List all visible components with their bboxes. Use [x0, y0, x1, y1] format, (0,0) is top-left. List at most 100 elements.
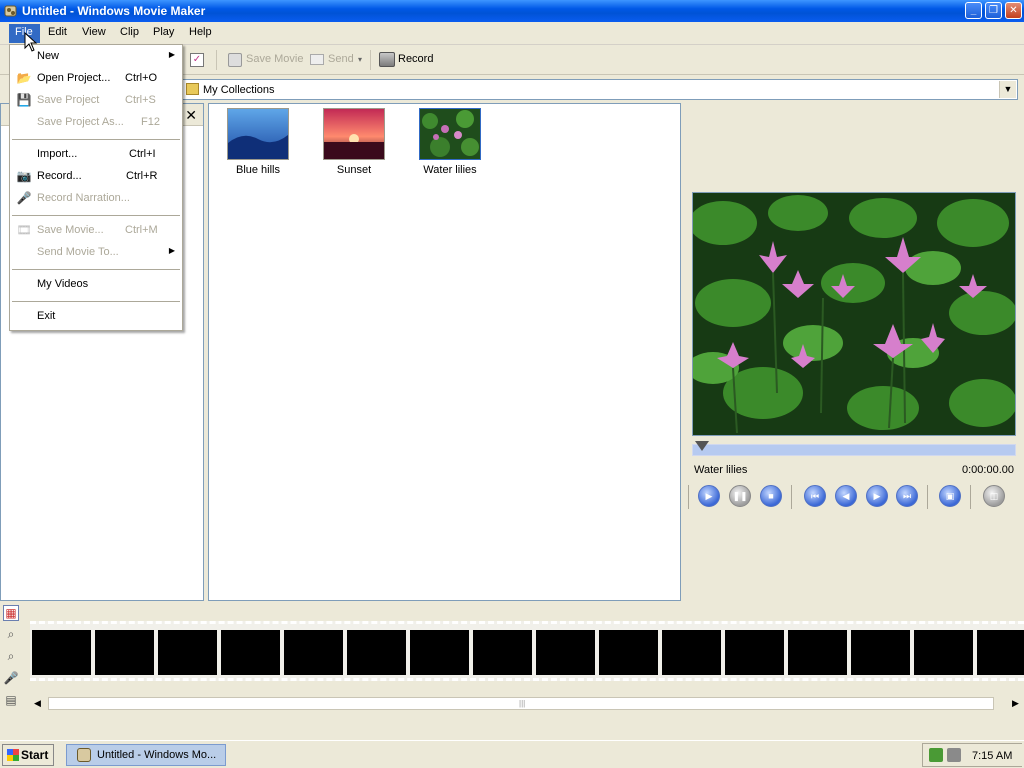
menu-item-label: Record... — [37, 170, 82, 182]
previous-frame-button[interactable]: ⏮ — [804, 485, 826, 507]
storyboard-cell[interactable] — [725, 630, 784, 675]
menu-help[interactable]: Help — [189, 26, 212, 38]
controls-separator — [927, 485, 928, 509]
menu-item-record[interactable]: 📷 Record... Ctrl+R — [11, 167, 181, 187]
scrollbar-track[interactable]: ||| — [48, 697, 994, 710]
window-title: Untitled - Windows Movie Maker — [22, 4, 206, 18]
preview-monitor: Water lilies 0:00:00.00 ▶ ❚❚ ■ ⏮ ◀ ▶ ⏭ ▣… — [684, 103, 1024, 601]
movie-maker-app-icon — [77, 748, 91, 762]
storyboard-tools: ▦ ⌕ ⌕ 🎤 ▤ — [0, 603, 24, 713]
preview-screen — [692, 192, 1016, 436]
tasks-pane-close-icon[interactable]: ✕ — [185, 107, 197, 124]
storyboard-cell[interactable] — [914, 630, 973, 675]
save-movie-icon — [228, 53, 242, 67]
storyboard-cell[interactable] — [473, 630, 532, 675]
start-label: Start — [21, 748, 49, 762]
clip-thumbnail-blue-hills[interactable] — [227, 108, 289, 160]
storyboard-cell[interactable] — [158, 630, 217, 675]
menu-item-shortcut: Ctrl+R — [126, 170, 158, 182]
maximize-button[interactable]: ❐ — [985, 2, 1002, 19]
stop-button[interactable]: ■ — [760, 485, 782, 507]
floppy-icon: 💾 — [16, 93, 32, 107]
record-icon — [379, 52, 395, 67]
menu-item-save-movie[interactable]: 🎞 Save Movie... Ctrl+M — [11, 221, 181, 241]
scroll-left-icon[interactable]: ◀ — [34, 698, 41, 709]
storyboard-cell[interactable] — [284, 630, 343, 675]
menu-edit[interactable]: Edit — [48, 26, 67, 38]
menu-item-import[interactable]: Import... Ctrl+I — [11, 145, 181, 165]
pause-button[interactable]: ❚❚ — [729, 485, 751, 507]
menu-item-label: Save Project As... — [37, 116, 124, 128]
seek-bar[interactable] — [692, 441, 1016, 456]
set-audio-levels-icon[interactable]: ▤ — [3, 693, 19, 709]
minimize-button[interactable]: _ — [965, 2, 982, 19]
menu-play[interactable]: Play — [153, 26, 174, 38]
zoom-out-icon[interactable]: ⌕ — [3, 649, 19, 665]
menu-item-save-project-as[interactable]: Save Project As... F12 — [11, 113, 181, 133]
scrollbar-grip[interactable]: ||| — [519, 699, 525, 708]
menu-item-save-project[interactable]: 💾 Save Project Ctrl+S — [11, 91, 181, 111]
camera-icon: 📷 — [16, 169, 32, 183]
menu-item-record-narration[interactable]: 🎤 Record Narration... — [11, 189, 181, 209]
zoom-in-icon[interactable]: ⌕ — [3, 627, 19, 643]
menu-item-label: My Videos — [37, 278, 89, 290]
play-button[interactable]: ▶ — [698, 485, 720, 507]
back-button[interactable]: ◀ — [835, 485, 857, 507]
check-icon[interactable]: ✓ — [190, 53, 204, 67]
menu-view[interactable]: View — [82, 26, 106, 38]
storyboard-cell[interactable] — [221, 630, 280, 675]
movie-maker-app-icon[interactable] — [3, 3, 19, 19]
windows-logo-icon — [7, 749, 19, 761]
menu-item-label: Record Narration... — [37, 192, 130, 204]
storyboard: ▦ ⌕ ⌕ 🎤 ▤ ◀ ||| ▶ — [0, 603, 1024, 737]
full-screen-button[interactable]: ▣ — [939, 485, 961, 507]
show-timeline-icon[interactable]: ▦ — [3, 605, 19, 621]
next-frame-button[interactable]: ⏭ — [896, 485, 918, 507]
storyboard-filmstrip — [30, 621, 1024, 681]
tray-network-icon[interactable] — [929, 748, 943, 762]
storyboard-cell[interactable] — [977, 630, 1024, 675]
menu-separator — [12, 215, 180, 216]
seek-thumb[interactable] — [695, 441, 709, 451]
menu-item-exit[interactable]: Exit — [11, 307, 181, 327]
controls-separator — [688, 485, 689, 509]
submenu-arrow-icon: ▶ — [168, 246, 175, 255]
split-clip-button[interactable]: ◫ — [983, 485, 1005, 507]
clip-label-water-lilies: Water lilies — [423, 164, 477, 176]
storyboard-cell[interactable] — [536, 630, 595, 675]
menu-item-label: Open Project... — [37, 72, 111, 84]
menu-item-label: New — [37, 50, 60, 62]
menu-item-label: Exit — [37, 310, 56, 322]
forward-button[interactable]: ▶ — [866, 485, 888, 507]
chevron-down-icon[interactable]: ▼ — [999, 81, 1016, 98]
clip-thumbnail-sunset[interactable] — [323, 108, 385, 160]
microphone-icon: 🎤 — [16, 191, 32, 205]
clip-thumbnail-water-lilies[interactable] — [419, 108, 481, 160]
narrate-microphone-icon[interactable]: 🎤 — [3, 671, 19, 687]
start-button[interactable]: Start — [2, 744, 54, 766]
send-button[interactable]: Send — [328, 53, 354, 65]
collections-label: My Collections — [203, 84, 275, 96]
close-button[interactable]: ✕ — [1005, 2, 1022, 19]
storyboard-scrollbar[interactable]: ◀ ||| ▶ — [30, 695, 1024, 712]
storyboard-cell[interactable] — [851, 630, 910, 675]
storyboard-cell[interactable] — [788, 630, 847, 675]
storyboard-cell[interactable] — [662, 630, 721, 675]
menu-clip[interactable]: Clip — [120, 26, 139, 38]
file-menu: New ▶ 📂 Open Project... Ctrl+O 💾 Save Pr… — [9, 44, 183, 331]
send-dropdown-icon[interactable]: ▾ — [358, 55, 362, 64]
save-movie-button[interactable]: Save Movie — [246, 53, 303, 65]
record-button[interactable]: Record — [398, 53, 433, 65]
scroll-right-icon[interactable]: ▶ — [1012, 698, 1019, 709]
collections-dropdown[interactable]: My Collections ▼ — [182, 79, 1018, 100]
menu-item-open-project[interactable]: 📂 Open Project... Ctrl+O — [11, 69, 181, 89]
tray-volume-icon[interactable] — [947, 748, 961, 762]
menu-item-my-videos[interactable]: My Videos — [11, 275, 181, 295]
storyboard-cell[interactable] — [95, 630, 154, 675]
menu-item-send-movie-to[interactable]: Send Movie To... ▶ — [11, 243, 181, 263]
storyboard-cell[interactable] — [599, 630, 658, 675]
storyboard-cell[interactable] — [347, 630, 406, 675]
taskbar-item-movie-maker[interactable]: Untitled - Windows Mo... — [66, 744, 226, 766]
storyboard-cell[interactable] — [32, 630, 91, 675]
storyboard-cell[interactable] — [410, 630, 469, 675]
